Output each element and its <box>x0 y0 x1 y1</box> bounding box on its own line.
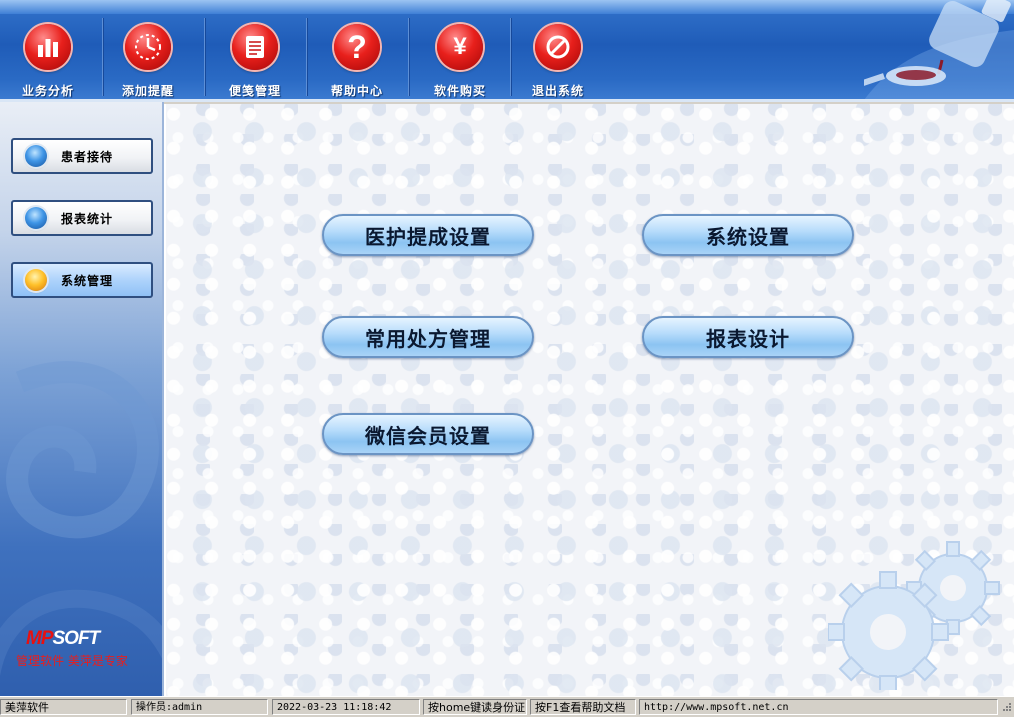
toolbar-help-button[interactable]: ? 帮助中心 <box>307 24 407 98</box>
prescription-management-button[interactable]: 常用处方管理 <box>322 316 534 358</box>
status-url: http://www.mpsoft.net.cn <box>639 699 998 715</box>
sidebar-item-patient-reception[interactable]: 患者接待 <box>11 138 153 174</box>
logo-brand: MPSOFT <box>26 628 100 649</box>
toolbar-item-label: 软件购买 <box>433 84 486 98</box>
toolbar-item-label: 业务分析 <box>21 84 74 98</box>
commission-settings-button[interactable]: 医护提成设置 <box>322 214 534 256</box>
sidebar-item-label: 系统管理 <box>61 273 114 288</box>
status-operator: 操作员:admin <box>131 699 268 715</box>
sidebar-item-label: 报表统计 <box>61 211 114 226</box>
wechat-member-settings-button[interactable]: 微信会员设置 <box>322 413 534 455</box>
sidebar-item-report-statistics[interactable]: 报表统计 <box>11 200 153 236</box>
toolbar-business-analysis-button[interactable]: 业务分析 <box>0 24 98 98</box>
logo-slogan: 管理软件 美萍是专家 <box>16 654 128 668</box>
toolbar-item-label: 帮助中心 <box>330 84 383 98</box>
no-entry-icon <box>535 24 581 70</box>
bar-chart-icon <box>25 24 71 70</box>
toolbar-purchase-button[interactable]: ¥ 软件购买 <box>410 24 510 98</box>
toolbar-notes-button[interactable]: 便笺管理 <box>205 24 305 98</box>
toolbar: 业务分析 添加提醒 便笺管理 ? 帮助中心 ¥ 软件购买 退出系统 <box>0 0 1014 102</box>
clock-icon <box>125 24 171 70</box>
main-panel: 医护提成设置 系统设置 常用处方管理 报表设计 微信会员设置 <box>164 104 1014 696</box>
gears-decoration <box>828 541 1000 690</box>
toolbar-item-label: 退出系统 <box>531 84 584 98</box>
orange-orb-icon <box>25 269 47 291</box>
mpsoft-logo: MPSOFT 管理软件 美萍是专家 <box>16 628 128 669</box>
report-design-button[interactable]: 报表设计 <box>642 316 854 358</box>
toolbar-add-reminder-button[interactable]: 添加提醒 <box>98 24 198 98</box>
blue-orb-icon <box>25 145 47 167</box>
status-company: 美萍软件 <box>0 699 127 715</box>
sidebar-item-system-management[interactable]: 系统管理 <box>11 262 153 298</box>
help-icon: ? <box>334 24 380 70</box>
blue-orb-icon <box>25 207 47 229</box>
status-bar: 美萍软件 操作员:admin 2022-03-23 11:18:42 按home… <box>0 696 1014 717</box>
status-hint-help: 按F1查看帮助文档 <box>530 699 636 715</box>
resize-grip-icon[interactable] <box>1000 701 1012 714</box>
system-settings-button[interactable]: 系统设置 <box>642 214 854 256</box>
sidebar: 患者接待 报表统计 系统管理 MPSOFT 管理软件 美萍是专家 <box>0 102 164 696</box>
toolbar-item-label: 便笺管理 <box>228 84 281 98</box>
status-datetime: 2022-03-23 11:18:42 <box>272 699 420 715</box>
toolbar-item-label: 添加提醒 <box>121 84 174 98</box>
sidebar-item-label: 患者接待 <box>61 149 114 164</box>
yen-icon: ¥ <box>437 24 483 70</box>
medicine-bottle-decoration <box>864 0 1014 99</box>
status-hint-id-card: 按home键读身份证 <box>423 699 527 715</box>
notepad-icon <box>232 24 278 70</box>
toolbar-exit-button[interactable]: 退出系统 <box>508 24 608 98</box>
